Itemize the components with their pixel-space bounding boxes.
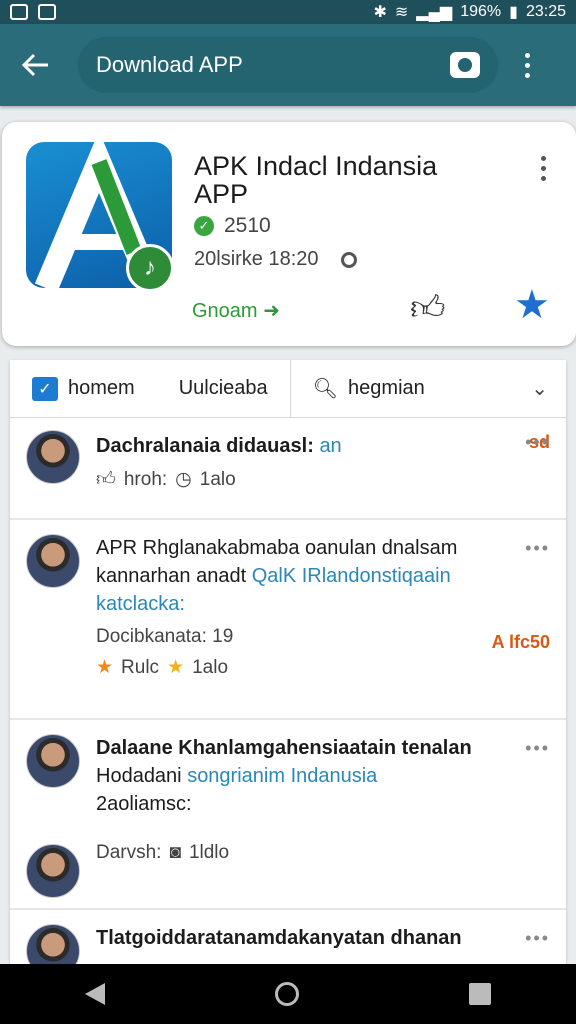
feed: ✓ homem Uulcieaba 🔍︎ hegmian ⌄ sd ••• Da… [10,359,566,978]
star-icon: ★ [96,657,114,678]
list-item[interactable]: ••• Dalaane Khanlamgahensiaatain tenalan… [10,720,566,910]
back-button[interactable] [14,43,58,87]
post-tag: A lfc50 [491,632,550,652]
like-icon[interactable]: 👍︎ [410,288,446,329]
search-field[interactable]: Download APP [78,37,498,93]
tab-home[interactable]: ✓ homem [10,360,157,418]
music-badge-icon: ♪ [126,244,174,292]
system-nav-bar [0,964,576,1024]
camera-icon[interactable] [450,52,480,78]
verified-icon: ✓ [194,216,214,236]
more-icon[interactable]: ••• [525,432,550,453]
avatar [26,534,80,588]
version-text: 2510 [224,214,271,237]
nav-home-icon[interactable] [275,982,299,1006]
card-menu-icon[interactable] [541,156,546,181]
list-item[interactable]: ••• APR Rhglanakabmaba oanulan dnalsam k… [10,520,566,720]
more-icon[interactable]: ••• [525,538,550,559]
app-subtitle: APP [194,179,249,209]
download-link[interactable]: Gnoam ➜ [192,298,280,323]
avatar [26,844,80,898]
wifi-icon: ≋ [394,4,409,21]
app-bar: Download APP [0,24,576,106]
nav-recents-icon[interactable] [469,983,491,1005]
chat-icon: ◙ [169,842,181,863]
message-icon [38,4,56,20]
arrow-left-icon [22,53,48,77]
app-title: APK Indacl Indansia [194,151,438,181]
gallery-icon [10,4,28,20]
tab-bar: ✓ homem Uulcieaba 🔍︎ hegmian ⌄ [10,359,566,418]
tab-search[interactable]: 🔍︎ hegmian [289,359,447,418]
tab-second[interactable]: Uulcieaba [157,360,290,418]
overflow-menu-icon[interactable] [512,52,542,78]
star-icon[interactable]: ★ [514,282,550,328]
search-icon: 🔍︎ [312,378,339,400]
chevron-down-icon[interactable]: ⌄ [531,376,548,401]
search-text: Download APP [96,52,243,77]
status-bar: ✱ ≋ ▂▄▆ 196% ▮ 23:25 [0,0,576,24]
battery-text: 196% [460,3,502,20]
date-text: 20lsirke 18:20 [194,248,319,270]
nav-back-icon[interactable] [85,983,105,1005]
signal-icon: ▂▄▆ [416,4,453,21]
more-icon[interactable]: ••• [525,738,550,759]
star-icon: ★ [167,657,185,678]
clock-icon: ◷ [175,469,192,490]
clock: 23:25 [525,3,566,20]
list-item[interactable]: ••• Tlatgoiddaratanamdakanyatan dhanan [10,910,566,978]
more-icon[interactable]: ••• [525,928,550,949]
bluetooth-icon: ✱ [373,4,387,21]
avatar [26,430,80,484]
settings-icon[interactable] [340,251,357,268]
avatar [26,734,80,788]
app-card[interactable]: APK Indacl Indansia APP ✓ 2510 20lsirke … [2,122,576,346]
like-icon[interactable]: 👍︎ [96,468,116,491]
list-item[interactable]: sd ••• Dachralanaia didauasl: an 👍︎ hroh:… [10,418,566,520]
checkbox-icon: ✓ [32,376,58,401]
battery-icon: ▮ [509,4,518,21]
